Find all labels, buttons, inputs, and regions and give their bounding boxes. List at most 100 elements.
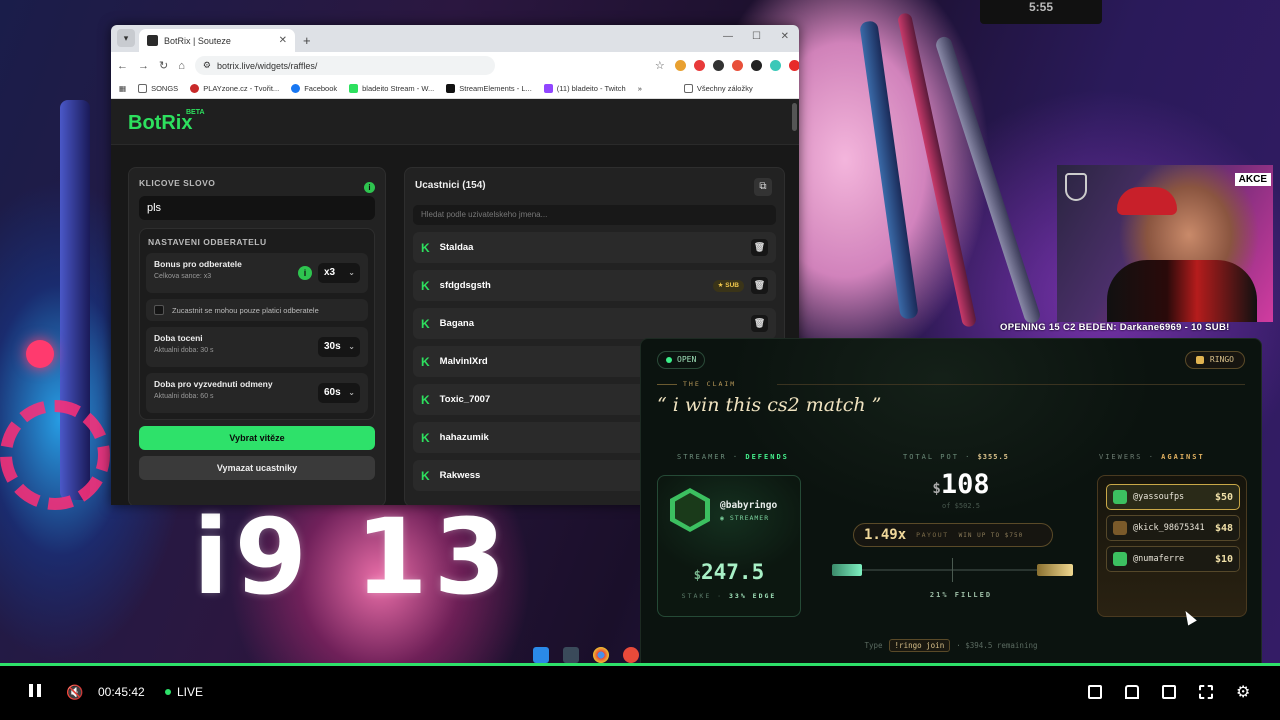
webcam: AKCE bbox=[1057, 165, 1273, 322]
only-subs-checkbox-row[interactable]: Zucastnit se mohou pouze platici odberat… bbox=[146, 299, 368, 321]
spin-select[interactable]: 30s ⌄ bbox=[318, 337, 360, 357]
live-label: LIVE bbox=[177, 685, 204, 699]
bookmark-item[interactable]: (11) bladeito - Twitch bbox=[543, 84, 626, 93]
stream-ticker: OPENING 15 C2 BEDEN: Darkane6969 - 10 SU… bbox=[1000, 322, 1230, 333]
bookmark-item[interactable]: StreamElements - L... bbox=[446, 84, 532, 93]
claim-select[interactable]: 60s ⌄ bbox=[318, 383, 360, 403]
fullscreen-icon[interactable] bbox=[1199, 685, 1213, 699]
trash-icon[interactable]: 🗑 bbox=[751, 315, 768, 332]
reload-icon[interactable]: ↻ bbox=[159, 59, 168, 72]
red-light bbox=[26, 340, 54, 368]
chevron-down-icon: ⌄ bbox=[348, 342, 355, 351]
url-input[interactable]: ⚙ botrix.live/widgets/raffles/ bbox=[194, 56, 495, 75]
forward-icon[interactable]: → bbox=[138, 60, 149, 72]
pot-total: $355.5 bbox=[977, 453, 1009, 461]
participant-row[interactable]: K Staldaa 🗑 bbox=[413, 232, 776, 263]
pot-value: 108 bbox=[940, 469, 990, 500]
progress-fill bbox=[832, 564, 863, 576]
screen: i9 13 5:55 ▾ BotRix | Souteze ✕ + — ☐ ✕ … bbox=[0, 0, 1280, 720]
mute-icon[interactable]: 🔇 bbox=[66, 684, 83, 701]
bonus-select[interactable]: x3 ⌄ bbox=[318, 263, 360, 283]
stake-value: 247.5 bbox=[701, 560, 765, 584]
bookmark-label: SONGS bbox=[151, 84, 179, 93]
participant-search-input[interactable]: Hledat podle uzivatelskeho jmena... bbox=[413, 205, 776, 225]
extension-icon[interactable] bbox=[693, 60, 705, 71]
chevron-down-icon: ⌄ bbox=[348, 268, 355, 277]
team-logo-icon bbox=[1065, 173, 1087, 201]
copy-icon[interactable]: ⧉ bbox=[754, 178, 772, 196]
clear-participants-button[interactable]: Vymazat ucastniky bbox=[139, 456, 375, 480]
pause-icon[interactable] bbox=[29, 684, 41, 697]
keyword-input[interactable]: pls bbox=[139, 196, 375, 220]
spin-time-card: Doba toceni Aktualni doba: 30 s 30s ⌄ bbox=[146, 327, 368, 367]
extension-icon[interactable] bbox=[750, 60, 762, 71]
gear-icon[interactable]: ⚙ bbox=[1236, 682, 1250, 702]
minimize-icon[interactable]: — bbox=[723, 31, 733, 42]
extension-icon[interactable] bbox=[788, 60, 799, 71]
participant-name: hahazumik bbox=[439, 432, 489, 443]
participant-row[interactable]: Ksfdgdsgsth ★ SUB 🗑 bbox=[413, 270, 776, 301]
streamer-shirt bbox=[1107, 260, 1257, 322]
streamer-side: DEFENDS bbox=[745, 453, 789, 461]
site-info-icon[interactable]: ⚙ bbox=[203, 60, 211, 71]
viewer-amount: $48 bbox=[1214, 522, 1233, 534]
bookmark-item[interactable]: bladeito Stream - W... bbox=[349, 84, 434, 93]
extension-icon[interactable] bbox=[731, 60, 743, 71]
participant-name: MalvinlXrd bbox=[439, 356, 488, 367]
apps-icon[interactable]: ▦ bbox=[119, 84, 126, 93]
pot-of: of $502.5 bbox=[942, 502, 980, 510]
tab-search-icon[interactable]: ▾ bbox=[117, 29, 135, 47]
info-icon[interactable]: i bbox=[364, 182, 375, 193]
theater-icon[interactable] bbox=[1125, 685, 1139, 699]
extension-icon[interactable] bbox=[674, 60, 686, 71]
bookmark-item[interactable]: Facebook bbox=[291, 84, 337, 93]
status-dot-icon bbox=[666, 357, 672, 363]
scrollbar[interactable] bbox=[792, 103, 797, 131]
pip-icon[interactable] bbox=[1162, 685, 1176, 699]
only-subs-checkbox[interactable] bbox=[154, 305, 164, 315]
info-icon[interactable]: i bbox=[298, 266, 312, 280]
streamer-role-text: STREAMER bbox=[729, 514, 770, 522]
bookmark-label: (11) bladeito - Twitch bbox=[556, 84, 626, 93]
stake-edge: 33% EDGE bbox=[729, 592, 777, 600]
viewer-avatar bbox=[1113, 490, 1127, 504]
botrix-logo[interactable]: BotRix bbox=[128, 112, 192, 135]
taskview-icon bbox=[563, 647, 579, 663]
live-indicator[interactable]: LIVE bbox=[165, 685, 203, 699]
trash-icon[interactable]: 🗑 bbox=[751, 239, 768, 256]
window-close-icon[interactable]: ✕ bbox=[781, 31, 789, 42]
claim-label: THE CLAIM bbox=[683, 380, 737, 388]
participant-row[interactable]: K Bagana 🗑 bbox=[413, 308, 776, 339]
avatar-inner bbox=[675, 493, 705, 527]
participant-name: sfdgdsgsth bbox=[439, 280, 491, 291]
back-icon[interactable]: ← bbox=[117, 60, 128, 72]
extension-icon[interactable] bbox=[712, 60, 724, 71]
pot-label: TOTAL POT · $355.5 bbox=[903, 453, 1009, 461]
fill-progress-bar bbox=[832, 558, 1073, 582]
more-bookmarks-icon[interactable]: » bbox=[638, 84, 642, 93]
pick-winner-button[interactable]: Vybrat vitěze bbox=[139, 426, 375, 450]
new-tab-button[interactable]: + bbox=[303, 33, 311, 48]
tab-botrix[interactable]: BotRix | Souteze ✕ bbox=[139, 29, 295, 52]
keyword-label: KLICOVE SLOVO bbox=[139, 178, 216, 188]
sub-badge-label: SUB bbox=[725, 282, 739, 289]
extension-icon[interactable] bbox=[769, 60, 781, 71]
kick-icon: K bbox=[421, 354, 430, 369]
close-icon[interactable]: ✕ bbox=[279, 35, 287, 46]
only-subs-label: Zucastnit se mohou pouze platici odberat… bbox=[172, 305, 319, 315]
all-bookmarks[interactable]: Všechny záložky bbox=[683, 84, 753, 93]
kick-icon: K bbox=[421, 468, 430, 483]
participants-title: Ucastnici (154) bbox=[415, 180, 486, 191]
dollar-sign: $ bbox=[693, 568, 701, 582]
spin-value: 30s bbox=[324, 341, 341, 352]
bookmark-item[interactable]: SONGS bbox=[138, 84, 178, 93]
maximize-icon[interactable]: ☐ bbox=[752, 31, 761, 42]
star-icon[interactable]: ☆ bbox=[655, 59, 665, 72]
live-dot-icon bbox=[165, 689, 171, 695]
stake-meta: STAKE · 33% EDGE bbox=[681, 592, 777, 600]
subscriber-settings-label: NASTAVENI ODBERATELU bbox=[148, 237, 267, 247]
home-icon[interactable]: ⌂ bbox=[178, 60, 185, 72]
trash-icon[interactable]: 🗑 bbox=[751, 277, 768, 294]
bookmark-item[interactable]: PLAYzone.cz - Tvořit... bbox=[190, 84, 279, 93]
miniplayer-icon[interactable] bbox=[1088, 685, 1102, 699]
